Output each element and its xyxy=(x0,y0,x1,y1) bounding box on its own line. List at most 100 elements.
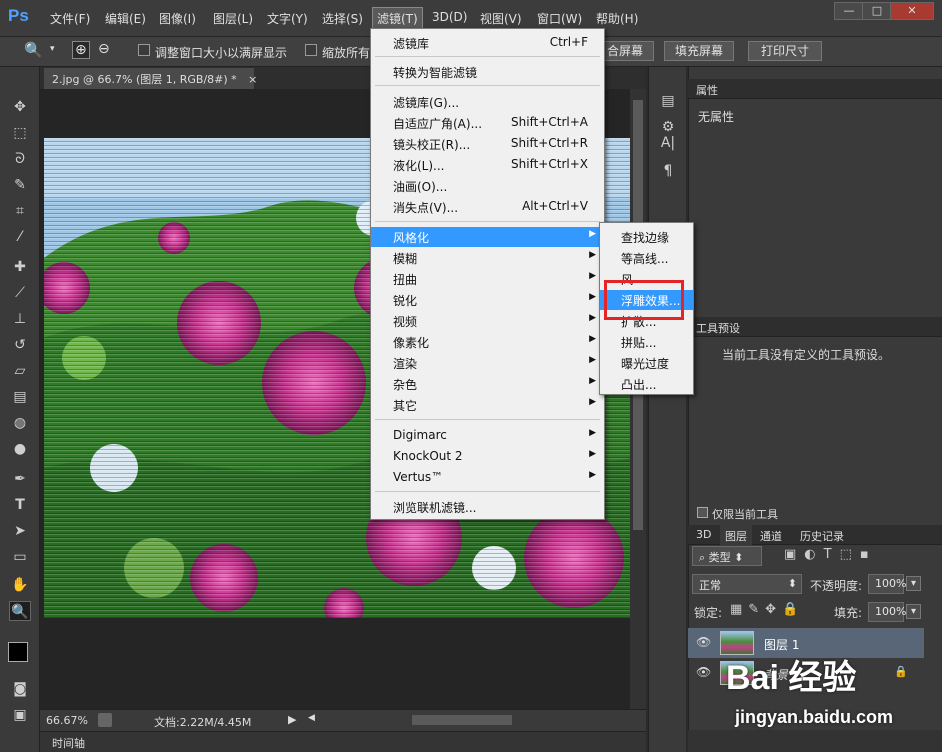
visibility-eye-icon[interactable]: 👁 xyxy=(696,635,711,649)
menu-item-distort[interactable]: 扭曲 ▶ xyxy=(371,269,604,289)
eraser-tool-icon[interactable]: ▱ xyxy=(9,361,31,381)
menu-window[interactable]: 窗口(W) xyxy=(537,10,582,27)
type-tool-icon[interactable]: T xyxy=(9,495,31,515)
shape-tool-icon[interactable]: ▭ xyxy=(9,547,31,567)
menu-edit[interactable]: 编辑(E) xyxy=(105,10,146,27)
menu-type[interactable]: 文字(Y) xyxy=(267,10,308,27)
close-button[interactable]: ✕ xyxy=(890,2,934,20)
history-brush-tool-icon[interactable]: ↺ xyxy=(9,335,31,355)
opacity-input[interactable]: 100% xyxy=(868,574,906,594)
menu-item-adaptive-wide-angle[interactable]: 自适应广角(A)... Shift+Ctrl+A xyxy=(371,113,604,133)
quick-select-tool-icon[interactable]: ✎ xyxy=(9,175,31,195)
menu-item-blur[interactable]: 模糊 ▶ xyxy=(371,248,604,268)
menu-item-digimarc[interactable]: Digimarc ▶ xyxy=(371,426,604,446)
tab-3d[interactable]: 3D xyxy=(696,528,711,541)
menu-item-filter-gallery[interactable]: 滤镜库(G)... xyxy=(371,92,604,112)
menu-item-knockout[interactable]: KnockOut 2 ▶ xyxy=(371,447,604,467)
zoom-tool-icon[interactable]: 🔍 xyxy=(9,601,31,621)
scroll-left-icon[interactable]: ◀ xyxy=(308,713,315,723)
move-tool-icon[interactable]: ✥ xyxy=(9,97,31,117)
menu-item-video[interactable]: 视频 ▶ xyxy=(371,311,604,331)
tab-close-icon[interactable]: × xyxy=(248,73,257,86)
healing-brush-tool-icon[interactable]: ✚ xyxy=(9,257,31,277)
menu-3d[interactable]: 3D(D) xyxy=(432,10,467,24)
layer-filter-icons[interactable]: ▣◐T⬚▪ xyxy=(784,547,877,562)
tab-tool-presets[interactable]: 工具预设 xyxy=(696,320,740,336)
screen-mode-icon[interactable]: ▣ xyxy=(9,705,31,725)
menu-item-vanishing-point[interactable]: 消失点(V)... Alt+Ctrl+V xyxy=(371,197,604,217)
menu-item-render[interactable]: 渲染 ▶ xyxy=(371,353,604,373)
timeline-panel-tab[interactable]: 时间轴 xyxy=(40,731,646,752)
current-tool-only-checkbox[interactable] xyxy=(697,507,708,518)
gradient-tool-icon[interactable]: ▤ xyxy=(9,387,31,407)
menu-item-lens-correction[interactable]: 镜头校正(R)... Shift+Ctrl+R xyxy=(371,134,604,154)
menu-separator xyxy=(375,85,600,86)
menu-help[interactable]: 帮助(H) xyxy=(596,10,638,27)
menu-file[interactable]: 文件(F) xyxy=(50,10,90,27)
blur-tool-icon[interactable]: ◍ xyxy=(9,413,31,433)
character-panel-icon[interactable]: A| xyxy=(657,135,679,155)
menu-image[interactable]: 图像(I) xyxy=(159,10,196,27)
menu-item-other[interactable]: 其它 ▶ xyxy=(371,395,604,415)
foreground-color-swatch[interactable] xyxy=(8,642,28,662)
stamp-tool-icon[interactable]: ⊥ xyxy=(9,309,31,329)
zoom-all-checkbox[interactable] xyxy=(305,44,317,56)
pen-tool-icon[interactable]: ✒ xyxy=(9,469,31,489)
fill-input[interactable]: 100% xyxy=(868,602,906,622)
zoom-in-icon[interactable]: ⊕ xyxy=(72,41,90,59)
menu-layer[interactable]: 图层(L) xyxy=(213,10,253,27)
paragraph-panel-icon[interactable]: ¶ xyxy=(657,163,679,183)
menu-item-convert-smart-filter[interactable]: 转换为智能滤镜 xyxy=(371,62,604,82)
menu-view[interactable]: 视图(V) xyxy=(480,10,522,27)
menu-item-browse-online-filters[interactable]: 浏览联机滤镜... xyxy=(371,497,604,517)
dodge-tool-icon[interactable]: ● xyxy=(9,439,31,459)
crop-tool-icon[interactable]: ⌗ xyxy=(9,201,31,221)
zoom-level[interactable]: 66.67% xyxy=(46,714,88,727)
submenu-item-tiles[interactable]: 拼贴... xyxy=(600,332,693,352)
properties-content: 无属性 xyxy=(698,110,735,124)
lock-options-icons[interactable]: ▦✎✥🔒 xyxy=(730,602,804,617)
chevron-down-icon[interactable]: ▾ xyxy=(50,44,55,54)
eyedropper-tool-icon[interactable]: ⁄ xyxy=(9,227,31,247)
submenu-item-extrude[interactable]: 凸出... xyxy=(600,374,693,394)
horizontal-scrollbar-thumb[interactable] xyxy=(412,715,512,725)
history-panel-icon[interactable]: ▤ xyxy=(657,93,679,113)
tab-history[interactable]: 历史记录 xyxy=(800,528,844,544)
opacity-dropdown-icon[interactable]: ▾ xyxy=(906,576,922,591)
path-select-tool-icon[interactable]: ➤ xyxy=(9,521,31,541)
status-arrow-icon[interactable]: ▶ xyxy=(288,713,296,726)
quick-mask-icon[interactable]: ◙ xyxy=(9,679,31,699)
fill-dropdown-icon[interactable]: ▾ xyxy=(906,604,922,619)
menu-item-sharpen[interactable]: 锐化 ▶ xyxy=(371,290,604,310)
document-tab[interactable]: 2.jpg @ 66.7% (图层 1, RGB/8#) * × xyxy=(44,68,257,89)
submenu-item-solarize[interactable]: 曝光过度 xyxy=(600,353,693,373)
status-menu-icon[interactable] xyxy=(98,713,112,727)
resize-windows-checkbox[interactable] xyxy=(138,44,150,56)
zoom-out-icon[interactable]: ⊖ xyxy=(98,41,110,57)
hand-tool-icon[interactable]: ✋ xyxy=(9,575,31,595)
tab-properties[interactable]: 属性 xyxy=(696,82,718,98)
menu-item-oil-paint[interactable]: 油画(O)... xyxy=(371,176,604,196)
menu-item-pixelate[interactable]: 像素化 ▶ xyxy=(371,332,604,352)
menu-filter[interactable]: 滤镜(T) xyxy=(372,7,423,30)
menu-item-filter-gallery-last[interactable]: 滤镜库 Ctrl+F xyxy=(371,33,604,53)
menu-item-vertus[interactable]: Vertus™ ▶ xyxy=(371,468,604,488)
menu-item-liquify[interactable]: 液化(L)... Shift+Ctrl+X xyxy=(371,155,604,175)
visibility-eye-icon[interactable]: 👁 xyxy=(696,665,711,679)
brush-tool-icon[interactable]: ⟋ xyxy=(9,283,31,303)
tab-channels[interactable]: 通道 xyxy=(760,528,782,544)
layer-filter-select[interactable]: ⌕ 类型 ⬍ xyxy=(692,546,762,566)
maximize-button[interactable]: □ xyxy=(862,2,892,20)
menu-item-noise[interactable]: 杂色 ▶ xyxy=(371,374,604,394)
marquee-tool-icon[interactable]: ⬚ xyxy=(9,123,31,143)
submenu-item-find-edges[interactable]: 查找边缘 xyxy=(600,227,693,247)
menu-select[interactable]: 选择(S) xyxy=(322,10,363,27)
submenu-item-contour[interactable]: 等高线... xyxy=(600,248,693,268)
lasso-tool-icon[interactable]: ᘐ xyxy=(9,149,31,169)
blend-mode-select[interactable]: 正常 ⬍ xyxy=(692,574,802,594)
fill-screen-button[interactable]: 填充屏幕 xyxy=(664,41,735,61)
minimize-button[interactable]: — xyxy=(834,2,864,20)
menu-item-stylize[interactable]: 风格化 ▶ xyxy=(371,227,604,247)
print-size-button[interactable]: 打印尺寸 xyxy=(748,41,823,61)
tab-layers[interactable]: 图层 xyxy=(720,525,752,547)
